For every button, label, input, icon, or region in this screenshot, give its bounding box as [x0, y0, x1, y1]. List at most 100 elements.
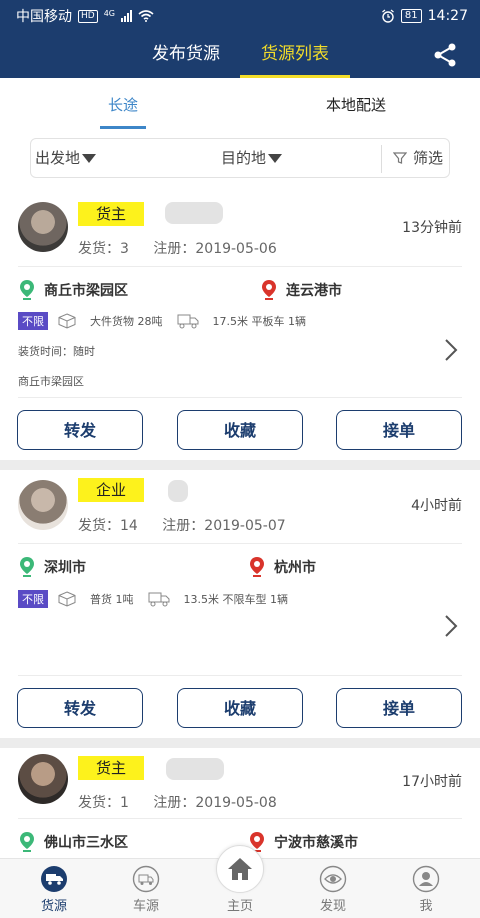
posted-time: 4小时前 [411, 498, 462, 514]
loading-time: 装货时间：随时 [18, 345, 95, 358]
destination-filter-label: 目的地 [221, 149, 267, 167]
network-label: 4G [103, 8, 115, 18]
status-bar: 中国移动 HD 4G 81 14:27 [0, 0, 480, 32]
shipments-count: 发货：14 [78, 518, 138, 534]
destination-pin-icon [250, 557, 264, 577]
home-icon [228, 858, 252, 880]
card-separator [0, 460, 480, 470]
tab-cargo-list[interactable]: 货源列表 [240, 32, 350, 78]
truck-icon [177, 314, 198, 329]
origin-pin-icon [20, 557, 34, 577]
destination-location: 宁波市慈溪市 [250, 832, 358, 852]
user-meta: 发货：1 注册：2019-05-08 [78, 792, 297, 812]
cargo-card[interactable]: 货主 发货：3 注册：2019-05-06 13分钟前 商丘市梁园区 连云港市 … [0, 184, 480, 460]
registered-date: 注册：2019-05-08 [153, 795, 277, 811]
truck-icon [41, 866, 67, 892]
nav-discover-label: 发现 [319, 899, 346, 914]
divider [18, 397, 462, 398]
registered-date: 注册：2019-05-07 [162, 518, 286, 534]
unlimited-badge: 不限 [18, 312, 48, 330]
accept-order-button[interactable]: 接单 [336, 410, 462, 450]
vehicle-info: 17.5米 平板车 1辆 [212, 315, 306, 328]
nav-home-label: 主页 [226, 899, 253, 914]
avatar [18, 754, 68, 804]
cargo-card[interactable]: 企业 发货：14 注册：2019-05-07 4小时前 深圳市 杭州市 不限 普… [0, 470, 480, 738]
cargo-specs: 不限 大件货物 28吨 17.5米 平板车 1辆 [18, 312, 320, 330]
caret-down-icon [82, 154, 97, 163]
nav-vehicles-label: 车源 [132, 899, 159, 914]
nav-cargo[interactable]: 货源 [14, 859, 94, 918]
origin-city: 商丘市梁园区 [44, 283, 128, 299]
van-icon [132, 865, 160, 893]
battery-indicator: 81 [400, 9, 422, 23]
alarm-icon [382, 9, 394, 23]
user-type-tag: 货主 [78, 202, 145, 226]
accept-order-button[interactable]: 接单 [336, 688, 462, 728]
user-type-tag: 企业 [78, 478, 145, 502]
chevron-right-icon[interactable] [444, 614, 458, 638]
sub-tabs: 长途 本地配送 [0, 78, 480, 132]
destination-pin-icon [262, 280, 276, 300]
favorite-button[interactable]: 收藏 [177, 410, 303, 450]
user-name-blurred [165, 202, 223, 224]
cargo-info: 普货 1吨 [90, 593, 134, 606]
nav-me[interactable]: 我 [386, 859, 466, 918]
unlimited-badge: 不限 [18, 590, 48, 608]
nav-home[interactable]: 主页 [214, 845, 266, 918]
user-type-tag: 货主 [78, 756, 145, 780]
origin-pin-icon [20, 832, 34, 852]
caret-down-icon [268, 154, 283, 163]
destination-location: 连云港市 [262, 280, 342, 300]
user-name-blurred [166, 758, 224, 780]
posted-time: 17小时前 [402, 774, 462, 790]
registered-date: 注册：2019-05-06 [153, 241, 277, 257]
forward-button[interactable]: 转发 [17, 410, 143, 450]
user-name-blurred [168, 480, 188, 502]
tab-publish-cargo[interactable]: 发布货源 [136, 32, 236, 78]
origin-filter[interactable]: 出发地 [35, 139, 97, 177]
box-icon [58, 313, 76, 329]
divider [18, 818, 462, 819]
origin-pin-icon [20, 280, 34, 300]
clock: 14:27 [427, 8, 468, 24]
origin-city: 佛山市三水区 [44, 835, 128, 851]
origin-location: 佛山市三水区 [20, 832, 128, 852]
divider [18, 675, 462, 676]
wifi-icon [138, 10, 154, 22]
vehicle-info: 13.5米 不限车型 1辆 [183, 593, 288, 606]
destination-city: 杭州市 [274, 560, 316, 576]
top-header: 发布货源 货源列表 [0, 32, 480, 78]
tab-local-delivery[interactable]: 本地配送 [310, 78, 402, 132]
cargo-specs: 不限 普货 1吨 13.5米 不限车型 1辆 [18, 590, 302, 608]
posted-time: 13分钟前 [402, 220, 462, 236]
cargo-card[interactable]: 货主 发货：1 注册：2019-05-08 17小时前 佛山市三水区 宁波市慈溪… [0, 748, 480, 858]
nav-me-label: 我 [419, 899, 433, 914]
screen-filter-button[interactable]: 筛选 [393, 139, 443, 177]
share-icon[interactable] [432, 42, 458, 68]
user-meta: 发货：3 注册：2019-05-06 [78, 238, 297, 258]
bottom-nav: 货源 车源 主页 发现 我 [0, 845, 480, 918]
eye-icon [319, 865, 347, 893]
nav-discover[interactable]: 发现 [293, 859, 373, 918]
cargo-info: 大件货物 28吨 [90, 315, 163, 328]
tab-long-distance[interactable]: 长途 [100, 78, 146, 132]
avatar [18, 202, 68, 252]
user-meta: 发货：14 注册：2019-05-07 [78, 515, 306, 535]
nav-vehicles[interactable]: 车源 [106, 859, 186, 918]
funnel-icon [393, 152, 407, 164]
pickup-address: 商丘市梁园区 [18, 375, 84, 388]
origin-city: 深圳市 [44, 560, 86, 576]
forward-button[interactable]: 转发 [17, 688, 143, 728]
destination-location: 杭州市 [250, 557, 316, 577]
filter-bar: 出发地 目的地 筛选 [30, 138, 450, 178]
destination-city: 宁波市慈溪市 [274, 835, 358, 851]
card-separator [0, 738, 480, 748]
destination-filter[interactable]: 目的地 [221, 139, 283, 177]
user-icon [412, 865, 440, 893]
filter-divider [381, 145, 382, 173]
origin-location: 商丘市梁园区 [20, 280, 128, 300]
chevron-right-icon[interactable] [444, 338, 458, 362]
signal-icon [121, 10, 132, 22]
favorite-button[interactable]: 收藏 [177, 688, 303, 728]
nav-cargo-label: 货源 [40, 899, 67, 914]
